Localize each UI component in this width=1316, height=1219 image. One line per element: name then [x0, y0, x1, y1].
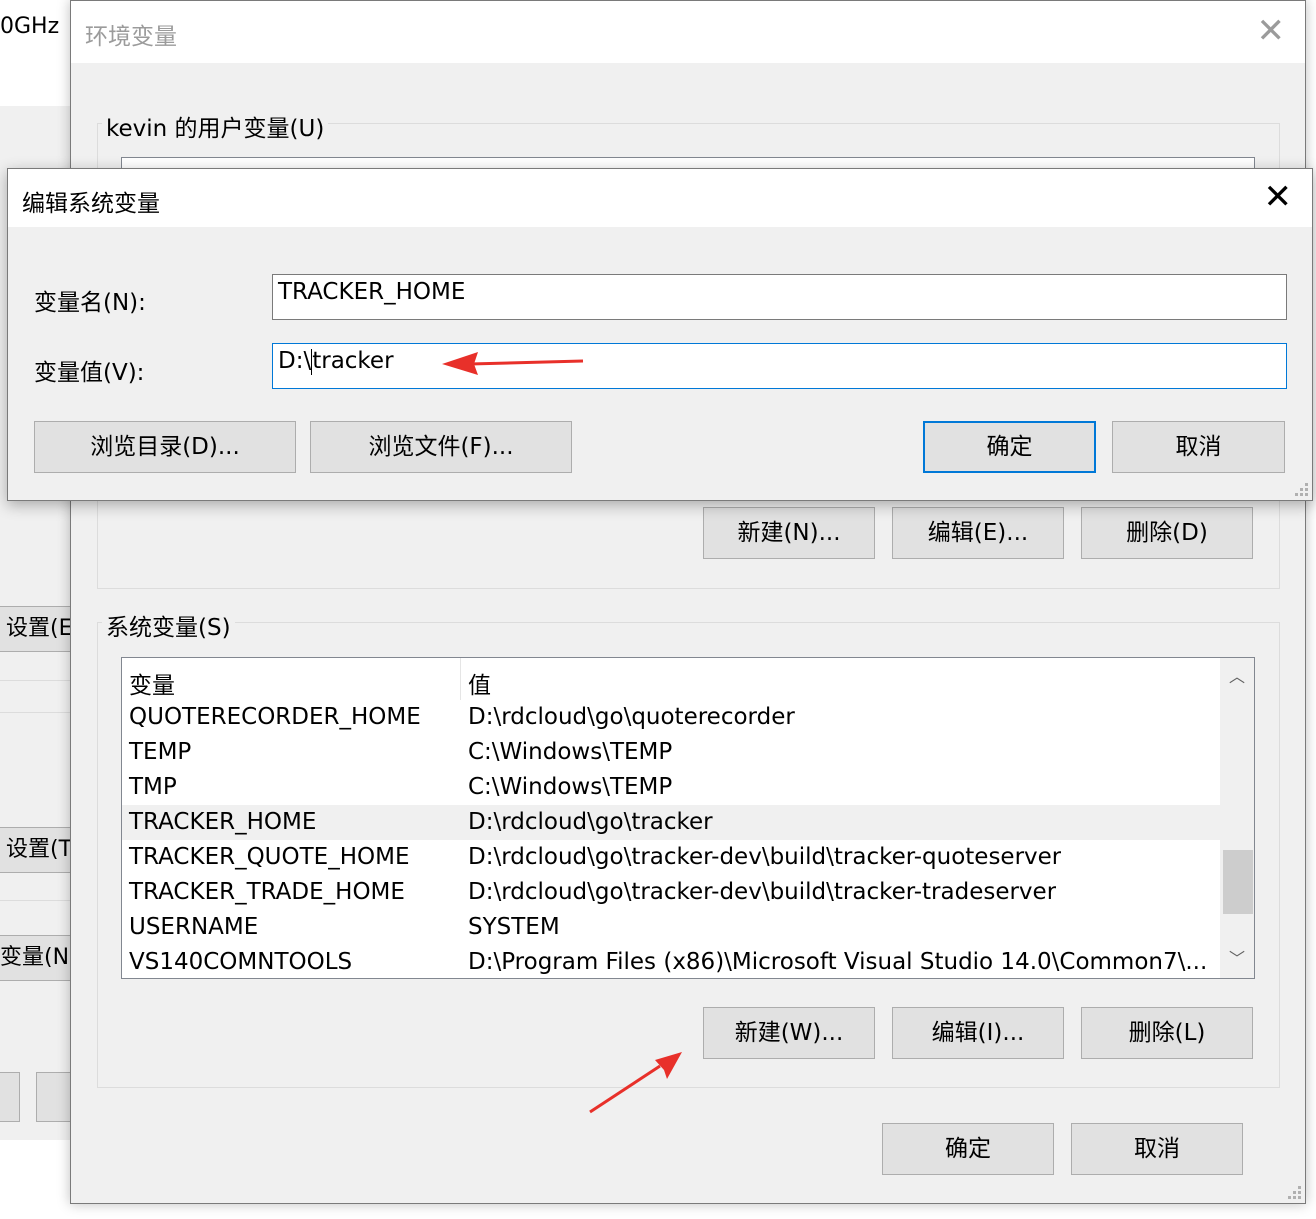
resize-grip-icon[interactable]	[1292, 480, 1308, 496]
variable-name: VS140COMNTOOLS	[129, 949, 353, 975]
chevron-down-icon[interactable]: ﹀	[1220, 942, 1254, 976]
user-variables-label: kevin 的用户变量(U)	[102, 109, 329, 143]
system-variables-list[interactable]: 变量 值 QUOTERECORDER_HOME D:\rdcloud\go\quo…	[121, 657, 1255, 979]
bg-settings-button-1[interactable]: 设置(E	[0, 606, 72, 652]
variable-value: D:\rdcloud\go\tracker	[468, 809, 713, 835]
user-edit-button[interactable]: 编辑(E)...	[892, 507, 1064, 559]
divider	[0, 900, 72, 901]
table-row[interactable]: TRACKER_TRADE_HOME D:\rdcloud\go\tracker-…	[122, 875, 1220, 910]
scrollbar-thumb[interactable]	[1223, 850, 1253, 914]
table-row[interactable]: USERNAME SYSTEM	[122, 910, 1220, 945]
system-variables-label: 系统变量(S)	[102, 608, 235, 642]
variable-name: USERNAME	[129, 914, 259, 940]
value-text-before-caret: D:\	[278, 348, 312, 374]
variable-value: C:\Windows\TEMP	[468, 774, 673, 800]
window-titlebar: 环境变量 ✕	[71, 1, 1305, 63]
variable-value-input[interactable]: D:\tracker	[272, 343, 1287, 389]
bg-button[interactable]	[36, 1072, 72, 1122]
variable-value: SYSTEM	[468, 914, 560, 940]
variable-name: TRACKER_HOME	[129, 809, 317, 835]
variable-value: C:\Windows\TEMP	[468, 739, 673, 765]
system-new-button[interactable]: 新建(W)...	[703, 1007, 875, 1059]
bg-settings-button-2[interactable]: 设置(T	[0, 827, 72, 873]
variable-name: TEMP	[129, 739, 192, 765]
dialog-cancel-button[interactable]: 取消	[1112, 421, 1285, 473]
table-row[interactable]: TEMP C:\Windows\TEMP	[122, 735, 1220, 770]
table-row[interactable]: VS140COMNTOOLS D:\Program Files (x86)\Mic…	[122, 945, 1220, 978]
edit-system-variable-dialog: 编辑系统变量 ✕ 变量名(N): TRACKER_HOME 变量值(V): D:…	[7, 168, 1313, 501]
resize-grip-icon[interactable]	[1285, 1183, 1301, 1199]
table-row[interactable]: QUOTERECORDER_HOME D:\rdcloud\go\quoterec…	[122, 700, 1220, 735]
variable-value: D:\Program Files (x86)\Microsoft Visual …	[468, 949, 1208, 975]
close-icon[interactable]: ✕	[1257, 11, 1286, 51]
browse-file-button[interactable]: 浏览文件(F)...	[310, 421, 572, 473]
divider	[0, 680, 72, 681]
column-header-name[interactable]: 变量	[129, 666, 175, 700]
column-separator[interactable]	[460, 658, 461, 700]
dialog-title: 编辑系统变量	[22, 191, 160, 217]
table-row-selected[interactable]: TRACKER_HOME D:\rdcloud\go\tracker	[122, 805, 1220, 840]
vertical-scrollbar[interactable]: ︿ ﹀	[1220, 658, 1254, 978]
variable-value: D:\rdcloud\go\quoterecorder	[468, 704, 795, 730]
variable-value: D:\rdcloud\go\tracker-dev\build\tracker-…	[468, 879, 1057, 905]
user-new-button[interactable]: 新建(N)...	[703, 507, 875, 559]
divider	[0, 712, 72, 713]
cpu-speed-text: 0GHz	[0, 14, 60, 39]
variable-name: TMP	[129, 774, 177, 800]
variable-name: QUOTERECORDER_HOME	[129, 704, 421, 730]
list-rows: QUOTERECORDER_HOME D:\rdcloud\go\quoterec…	[122, 700, 1220, 978]
window-title: 环境变量	[85, 24, 177, 50]
bg-env-vars-button[interactable]: 变量(N)	[0, 935, 72, 981]
system-delete-button[interactable]: 删除(L)	[1081, 1007, 1253, 1059]
dialog-ok-button[interactable]: 确定	[923, 421, 1096, 473]
variable-name: TRACKER_QUOTE_HOME	[129, 844, 410, 870]
table-row[interactable]: TMP C:\Windows\TEMP	[122, 770, 1220, 805]
dialog-titlebar: 编辑系统变量 ✕	[8, 169, 1312, 227]
ok-button[interactable]: 确定	[882, 1123, 1054, 1175]
variable-value: D:\rdcloud\go\tracker-dev\build\tracker-…	[468, 844, 1062, 870]
user-delete-button[interactable]: 删除(D)	[1081, 507, 1253, 559]
value-text-after-caret: tracker	[312, 348, 394, 374]
variable-name-label: 变量名(N):	[34, 290, 146, 316]
column-header-value[interactable]: 值	[468, 666, 491, 700]
cancel-button[interactable]: 取消	[1071, 1123, 1243, 1175]
variable-name: TRACKER_TRADE_HOME	[129, 879, 405, 905]
close-icon[interactable]: ✕	[1264, 177, 1293, 217]
list-header: 变量 值	[122, 658, 1220, 700]
variable-value-label: 变量值(V):	[34, 360, 145, 386]
browse-directory-button[interactable]: 浏览目录(D)...	[34, 421, 296, 473]
chevron-up-icon[interactable]: ︿	[1220, 660, 1254, 694]
system-edit-button[interactable]: 编辑(I)...	[892, 1007, 1064, 1059]
table-row[interactable]: TRACKER_QUOTE_HOME D:\rdcloud\go\tracker-…	[122, 840, 1220, 875]
variable-name-input[interactable]: TRACKER_HOME	[272, 274, 1287, 320]
bg-button[interactable]	[0, 1072, 20, 1122]
